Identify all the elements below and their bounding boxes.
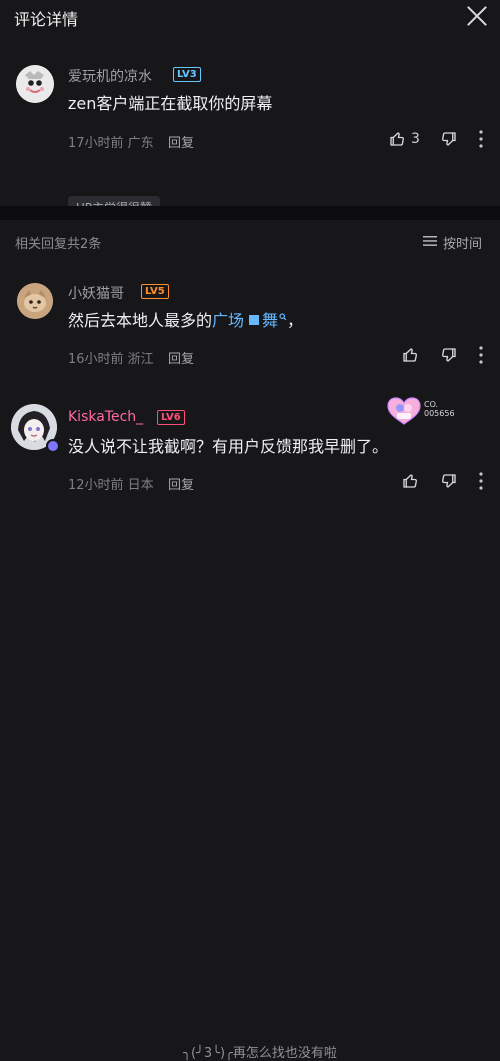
- thumbs-down-icon[interactable]: [440, 472, 458, 490]
- reply-2-avatar-verified-badge: [46, 439, 60, 453]
- reply-2-content: 没人说不让我截啊？有用户反馈那我早删了。: [68, 437, 389, 456]
- main-comment-level-badge: LV3: [173, 67, 201, 82]
- reply-2-reply-button[interactable]: 回复: [168, 474, 194, 493]
- replies-count-label: 相关回复共2条: [15, 237, 102, 252]
- thumbs-down-icon[interactable]: [440, 130, 458, 148]
- reply-1-meta: 16小时前 浙江: [68, 352, 154, 367]
- main-comment-reply-button[interactable]: 回复: [168, 132, 194, 151]
- reply-1-blue-square: [249, 315, 260, 325]
- top-bar: 评论详情: [0, 0, 500, 34]
- end-of-replies-footer: ╮(╯3╰)╭再怎么找也没有啦: [0, 515, 500, 1061]
- more-vertical-icon[interactable]: [479, 472, 483, 490]
- reply-2-decoration-badge: [386, 396, 422, 426]
- reply-1-topic-link[interactable]: 广场: [212, 311, 244, 330]
- section-divider: [0, 206, 500, 220]
- reply-2-meta: 12小时前 日本: [68, 478, 154, 493]
- sort-by-time-button[interactable]: 按时间: [443, 233, 482, 252]
- thumbs-up-icon[interactable]: [401, 346, 419, 364]
- main-comment-like-count: 3: [411, 131, 420, 147]
- thumbs-up-icon[interactable]: [401, 472, 419, 490]
- reply-2-level-badge: LV6: [157, 410, 185, 425]
- reply-1-avatar[interactable]: [17, 283, 53, 319]
- close-icon[interactable]: [466, 5, 488, 27]
- thumbs-down-icon[interactable]: [440, 346, 458, 364]
- reply-1-level-badge: LV5: [141, 284, 169, 299]
- more-vertical-icon[interactable]: [479, 130, 483, 148]
- reply-1-reply-button[interactable]: 回复: [168, 348, 194, 367]
- page-title: 评论详情: [14, 10, 79, 29]
- more-vertical-icon[interactable]: [479, 346, 483, 364]
- main-comment-content: zen客户端正在截取你的屏幕: [68, 94, 273, 113]
- reply-2-badge-code: CO. 005656: [424, 400, 455, 418]
- search-mini-icon[interactable]: [279, 313, 287, 321]
- main-comment-card: 爱玩机的凉水 LV3 zen客户端正在截取你的屏幕 17小时前 广东 回复 3 …: [0, 34, 500, 220]
- main-comment-user-name[interactable]: 爱玩机的凉水: [68, 66, 152, 86]
- reply-1-content: 然后去本地人最多的广场舞 ，: [68, 309, 303, 333]
- sort-list-icon[interactable]: [423, 235, 437, 247]
- reply-2-user-name[interactable]: KiskaTech_: [68, 409, 143, 425]
- main-comment-meta: 17小时前 广东: [68, 136, 154, 151]
- reply-1-user-name[interactable]: 小妖猫哥: [68, 283, 124, 303]
- end-of-replies-text: ╮(╯3╰)╭再怎么找也没有啦: [183, 1046, 337, 1061]
- reply-1-content-prefix: 然后去本地人最多的: [68, 311, 213, 330]
- main-comment-avatar[interactable]: [16, 65, 54, 103]
- replies-header: 相关回复共2条 按时间: [0, 220, 500, 262]
- thumbs-up-icon[interactable]: [388, 130, 406, 148]
- reply-1-search-keyword[interactable]: 舞: [262, 311, 278, 330]
- reply-1-content-suffix: ，: [287, 311, 304, 330]
